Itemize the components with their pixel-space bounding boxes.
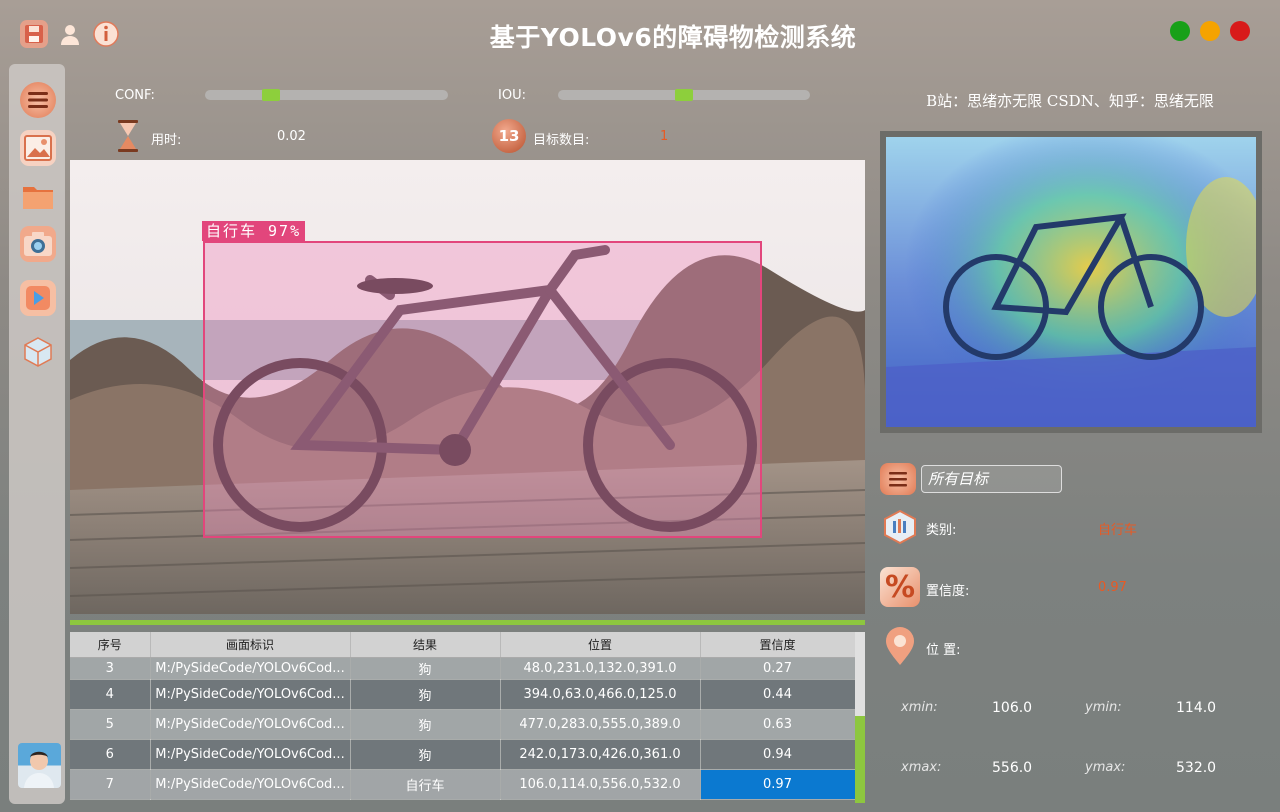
- cell-confidence: 0.94: [700, 739, 856, 770]
- minimize-window-button[interactable]: [1200, 21, 1220, 41]
- header-index[interactable]: 序号: [70, 632, 151, 658]
- cell-result: 狗: [350, 709, 501, 740]
- ymin-label: ymin:: [1085, 700, 1122, 715]
- cell-index: 6: [70, 739, 151, 770]
- table-row[interactable]: 6 M:/PySideCode/YOLOv6Cod... 狗 242.0,173…: [70, 739, 856, 770]
- cell-result: 自行车: [350, 769, 501, 800]
- cell-source: M:/PySideCode/YOLOv6Cod...: [150, 657, 351, 680]
- confidence-label: 置信度:: [926, 584, 970, 599]
- close-window-button[interactable]: [1170, 21, 1190, 41]
- class-value: 自行车: [1098, 523, 1138, 538]
- cell-index: 5: [70, 709, 151, 740]
- cell-position: 394.0,63.0,466.0,125.0: [500, 679, 701, 710]
- avatar[interactable]: [18, 743, 61, 788]
- cell-index: 7: [70, 769, 151, 800]
- cell-confidence: 0.44: [700, 679, 856, 710]
- class-label: 类别:: [926, 523, 957, 538]
- conf-slider-handle[interactable]: [262, 89, 280, 101]
- position-label: 位 置:: [926, 643, 961, 658]
- cell-position: 48.0,231.0,132.0,391.0: [500, 657, 701, 680]
- table-row[interactable]: 4 M:/PySideCode/YOLOv6Cod... 狗 394.0,63.…: [70, 679, 856, 710]
- progress-bar: [70, 620, 865, 625]
- header-confidence[interactable]: 置信度: [700, 632, 856, 658]
- app-title: 基于YOLOv6的障碍物检测系统: [489, 23, 857, 52]
- author-credit: B站：思绪亦无限 CSDN、知乎：思绪无限: [926, 92, 1214, 110]
- iou-slider-handle[interactable]: [675, 89, 693, 101]
- table-header-row: 序号 画面标识 结果 位置 置信度: [70, 632, 856, 658]
- percent-icon: %: [880, 567, 920, 607]
- conf-label: CONF:: [115, 88, 155, 103]
- ymax-label: ymax:: [1085, 760, 1126, 775]
- cell-position: 106.0,114.0,556.0,532.0: [500, 769, 701, 800]
- folder-icon[interactable]: [20, 178, 56, 214]
- camera-icon[interactable]: [20, 226, 56, 262]
- cell-confidence: 0.63: [700, 709, 856, 740]
- table-row[interactable]: 7 M:/PySideCode/YOLOv6Cod... 自行车 106.0,1…: [70, 769, 856, 800]
- detection-box: [203, 241, 762, 538]
- cell-position: 242.0,173.0,426.0,361.0: [500, 739, 701, 770]
- class-icon: [880, 507, 920, 547]
- ymin-value: 114.0: [1176, 700, 1217, 716]
- xmin-value: 106.0: [992, 700, 1033, 716]
- ymax-value: 532.0: [1176, 760, 1217, 776]
- sidebar: [9, 64, 65, 804]
- cell-source: M:/PySideCode/YOLOv6Cod...: [150, 769, 351, 800]
- cell-index: 4: [70, 679, 151, 710]
- header-result[interactable]: 结果: [350, 632, 501, 658]
- iou-slider[interactable]: [558, 89, 810, 101]
- cell-confidence: 0.27: [700, 657, 856, 680]
- cell-result: 狗: [350, 739, 501, 770]
- model-icon[interactable]: [20, 334, 56, 370]
- table-row[interactable]: 3 M:/PySideCode/YOLOv6Cod... 狗 48.0,231.…: [70, 657, 856, 680]
- iou-label: IOU:: [498, 88, 526, 103]
- cell-result: 狗: [350, 679, 501, 710]
- time-label: 用时:: [151, 133, 182, 148]
- results-table[interactable]: 序号 画面标识 结果 位置 置信度 3 M:/PySideCode/YOLOv6…: [70, 632, 865, 803]
- image-icon[interactable]: [20, 130, 56, 166]
- target-select[interactable]: 所有目标: [921, 465, 1062, 493]
- menu-icon[interactable]: [20, 82, 56, 118]
- table-row[interactable]: 5 M:/PySideCode/YOLOv6Cod... 狗 477.0,283…: [70, 709, 856, 740]
- header-position[interactable]: 位置: [500, 632, 701, 658]
- cell-result: 狗: [350, 657, 501, 680]
- location-icon: [880, 627, 920, 667]
- xmax-label: xmax:: [901, 760, 942, 775]
- hourglass-icon: [117, 119, 139, 153]
- cell-source: M:/PySideCode/YOLOv6Cod...: [150, 679, 351, 710]
- video-icon[interactable]: [20, 280, 56, 316]
- confidence-value: 0.97: [1098, 580, 1127, 595]
- conf-slider[interactable]: [205, 89, 448, 101]
- target-count-icon: 13: [492, 119, 526, 153]
- header-source[interactable]: 画面标识: [150, 632, 351, 658]
- heatmap-image: [880, 131, 1266, 433]
- maximize-window-button[interactable]: [1230, 21, 1250, 41]
- xmax-value: 556.0: [992, 760, 1033, 776]
- cell-position: 477.0,283.0,555.0,389.0: [500, 709, 701, 740]
- count-value: 1: [660, 129, 669, 144]
- xmin-label: xmin:: [901, 700, 938, 715]
- table-scrollbar-thumb[interactable]: [855, 716, 865, 803]
- cell-confidence-selected: 0.97: [700, 769, 856, 800]
- cell-source: M:/PySideCode/YOLOv6Cod...: [150, 739, 351, 770]
- detection-label: 自行车 97%: [202, 221, 306, 241]
- count-label: 目标数目:: [533, 133, 590, 148]
- target-menu-button[interactable]: [880, 463, 916, 495]
- time-value: 0.02: [277, 129, 306, 144]
- cell-index: 3: [70, 657, 151, 680]
- cell-source: M:/PySideCode/YOLOv6Cod...: [150, 709, 351, 740]
